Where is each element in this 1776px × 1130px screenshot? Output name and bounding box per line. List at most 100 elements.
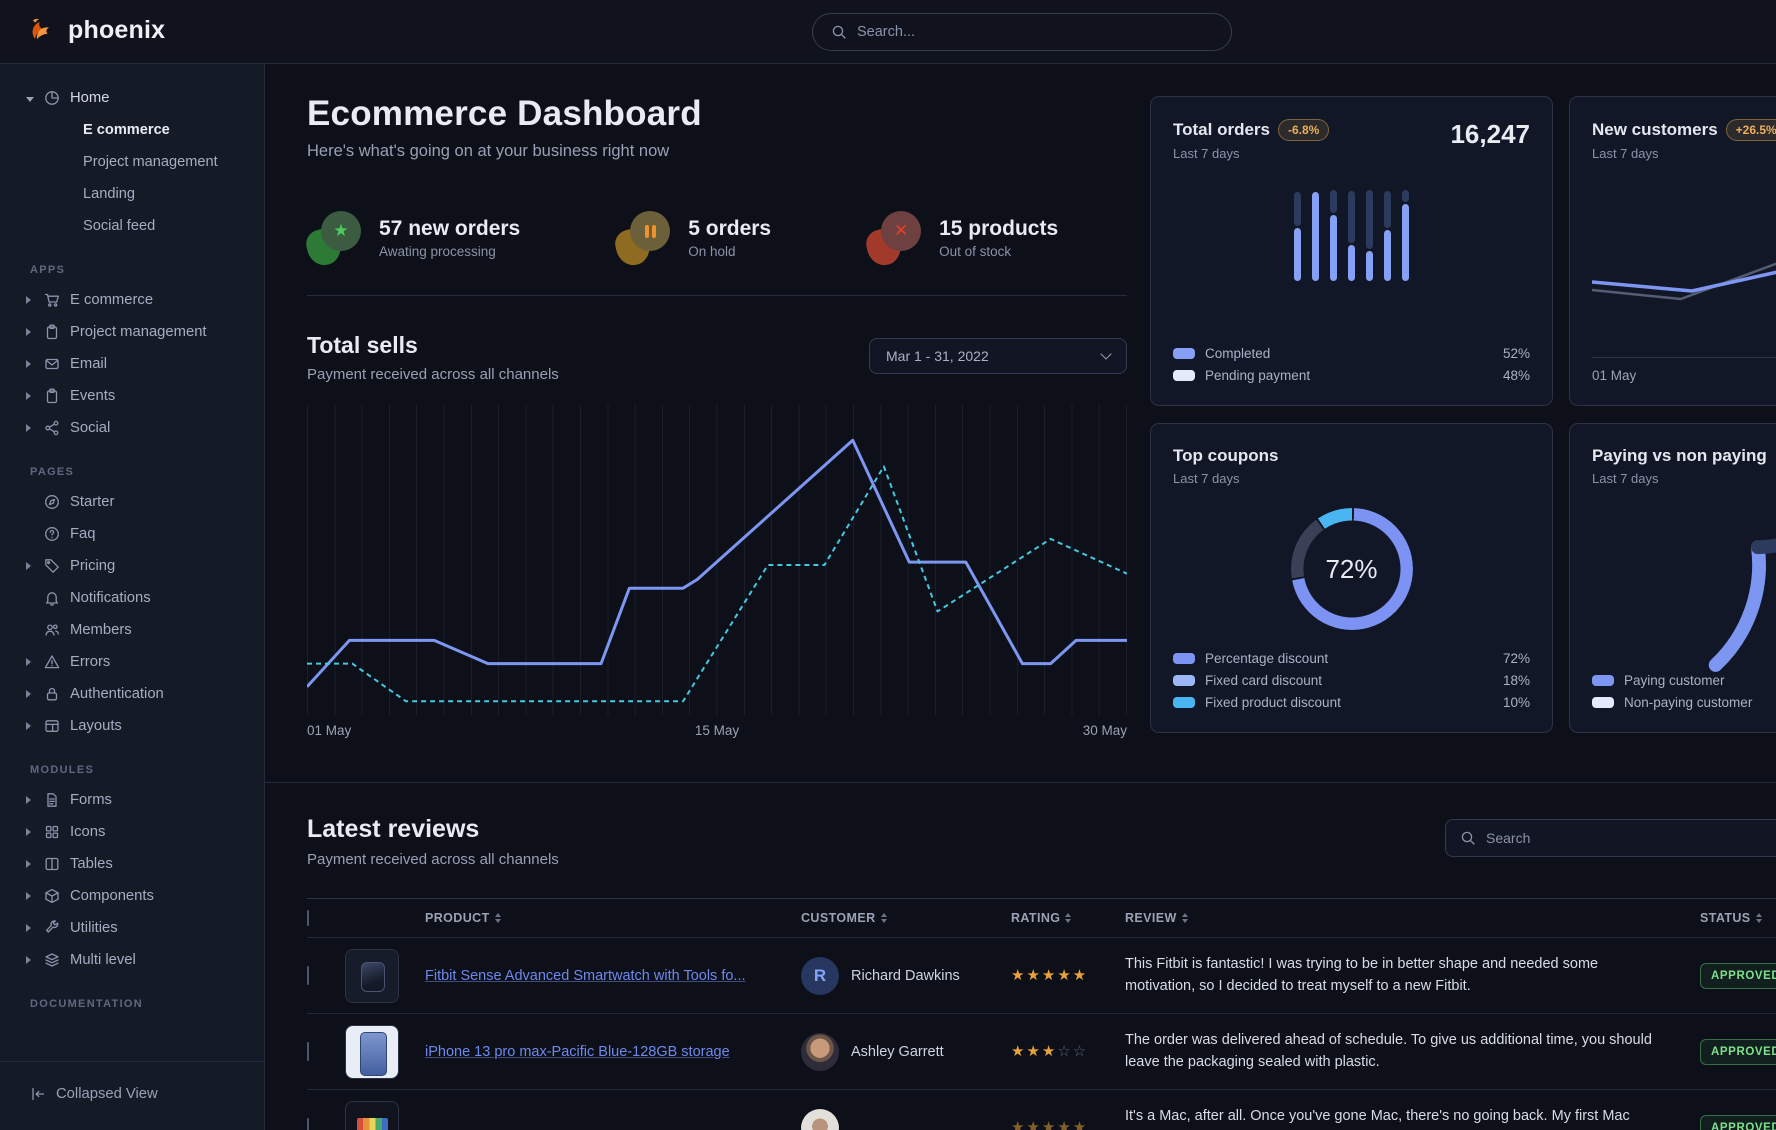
divider <box>307 295 1127 296</box>
sidebar-item-events[interactable]: Events <box>0 380 264 412</box>
legend-item: Percentage discount 72% <box>1173 651 1530 666</box>
sidebar-item-faq[interactable]: Faq <box>0 518 264 550</box>
select-all-checkbox[interactable] <box>307 910 309 926</box>
sidebar-item-errors[interactable]: Errors <box>0 646 264 678</box>
row-checkbox[interactable] <box>307 1118 309 1130</box>
sidebar: Home E commerce Project management Landi… <box>0 64 265 1130</box>
bell-icon <box>44 590 60 606</box>
stat-value: 57 new orders <box>379 217 520 241</box>
layout-icon <box>44 718 60 734</box>
rating-stars: ★★★★★ <box>1011 1119 1088 1130</box>
review-text: It's a Mac, after all. Once you've gone … <box>1125 1106 1670 1130</box>
sidebar-item-members[interactable]: Members <box>0 614 264 646</box>
column-header-status[interactable]: STATUS <box>1692 911 1776 925</box>
sidebar-item-ecommerce[interactable]: E commerce <box>0 284 264 316</box>
stat-label: Out of stock <box>939 244 1058 259</box>
clipboard-icon <box>44 388 60 404</box>
sidebar-item-email[interactable]: Email <box>0 348 264 380</box>
chevron-right-icon <box>26 658 31 666</box>
total-orders-card: Total orders -6.8% Last 7 days 16,247 Co… <box>1150 96 1553 406</box>
top-navbar: phoenix <box>0 0 1776 64</box>
share-icon <box>44 420 60 436</box>
sidebar-item-forms[interactable]: Forms <box>0 784 264 816</box>
rating-stars: ★★★★★ <box>1011 967 1088 984</box>
star-icon: ★ <box>321 211 361 251</box>
table-row: Fitbit Sense Advanced Smartwatch with To… <box>307 938 1776 1014</box>
users-icon <box>44 622 60 638</box>
chevron-right-icon <box>26 562 31 570</box>
change-badge: +26.5% <box>1726 119 1776 141</box>
sidebar-item-notifications[interactable]: Notifications <box>0 582 264 614</box>
brand-name: phoenix <box>68 16 165 45</box>
reviews-table: PRODUCT CUSTOMER RATING REVIEW STATUS <box>307 898 1776 1130</box>
sidebar-item-project-management-dashboard[interactable]: Project management <box>0 146 264 178</box>
product-thumbnail <box>345 949 399 1003</box>
lock-icon <box>44 686 60 702</box>
sidebar-item-social-feed[interactable]: Social feed <box>0 210 264 242</box>
sidebar-item-layouts[interactable]: Layouts <box>0 710 264 742</box>
legend-item: Pending payment 48% <box>1173 368 1530 383</box>
column-header-review[interactable]: REVIEW <box>1117 911 1692 925</box>
column-header-product[interactable]: PRODUCT <box>417 911 787 925</box>
sidebar-section-apps: APPS <box>0 242 264 284</box>
sidebar-item-home[interactable]: Home <box>0 82 264 114</box>
global-search[interactable] <box>812 13 1232 51</box>
sidebar-item-ecommerce-dashboard[interactable]: E commerce <box>0 114 264 146</box>
sidebar-item-icons[interactable]: Icons <box>0 816 264 848</box>
compass-icon <box>44 494 60 510</box>
card-title: Paying vs non paying <box>1592 446 1767 466</box>
customer-name: Ashley Garrett <box>851 1044 944 1060</box>
chevron-right-icon <box>26 360 31 368</box>
columns-icon <box>44 856 60 872</box>
product-link[interactable]: Fitbit Sense Advanced Smartwatch with To… <box>425 968 775 984</box>
collapse-sidebar-button[interactable]: Collapsed View <box>30 1078 264 1110</box>
sidebar-item-landing[interactable]: Landing <box>0 178 264 210</box>
customer-name: Richard Dawkins <box>851 968 960 984</box>
stat-value: 5 orders <box>688 217 771 241</box>
table-row: ★★★★★ It's a Mac, after all. Once you've… <box>307 1090 1776 1130</box>
card-period: Last 7 days <box>1592 146 1776 161</box>
pie-chart-icon <box>44 90 60 106</box>
sidebar-item-project-management[interactable]: Project management <box>0 316 264 348</box>
file-text-icon <box>44 792 60 808</box>
x-tick: 30 May <box>1083 723 1127 738</box>
legend-chip <box>1173 653 1195 664</box>
global-search-input[interactable] <box>857 24 1213 40</box>
legend-chip <box>1173 697 1195 708</box>
latest-reviews-section: Latest reviews Payment received across a… <box>307 783 1776 1130</box>
legend-item: Completed 52% <box>1173 346 1530 361</box>
chevron-right-icon <box>26 860 31 868</box>
search-icon <box>831 24 847 40</box>
sidebar-item-authentication[interactable]: Authentication <box>0 678 264 710</box>
sidebar-item-pricing[interactable]: Pricing <box>0 550 264 582</box>
sidebar-item-tables[interactable]: Tables <box>0 848 264 880</box>
reviews-search[interactable] <box>1445 819 1776 857</box>
brand-logo[interactable]: phoenix <box>26 14 165 46</box>
avatar <box>801 1033 839 1071</box>
total-orders-value: 16,247 <box>1450 119 1530 150</box>
row-checkbox[interactable] <box>307 966 309 985</box>
legend-chip <box>1173 370 1195 381</box>
avatar: R <box>801 957 839 995</box>
sidebar-item-social[interactable]: Social <box>0 412 264 444</box>
sidebar-item-utilities[interactable]: Utilities <box>0 912 264 944</box>
chevron-down-icon <box>1100 348 1111 359</box>
chevron-right-icon <box>26 424 31 432</box>
change-badge: -6.8% <box>1278 119 1329 141</box>
legend-chip <box>1592 697 1614 708</box>
column-header-rating[interactable]: RATING <box>997 911 1117 925</box>
tag-icon <box>44 558 60 574</box>
product-thumbnail <box>345 1025 399 1079</box>
legend-item: Fixed card discount 18% <box>1173 673 1530 688</box>
sort-icon <box>1756 913 1762 923</box>
product-link[interactable]: iPhone 13 pro max-Pacific Blue-128GB sto… <box>425 1044 775 1060</box>
row-checkbox[interactable] <box>307 1042 309 1061</box>
search-icon <box>1460 830 1476 846</box>
sidebar-item-starter[interactable]: Starter <box>0 486 264 518</box>
sidebar-item-multi-level[interactable]: Multi level <box>0 944 264 976</box>
column-header-customer[interactable]: CUSTOMER <box>787 911 997 925</box>
reviews-search-input[interactable] <box>1486 830 1775 846</box>
x-tick: 15 May <box>695 723 739 738</box>
sidebar-item-components[interactable]: Components <box>0 880 264 912</box>
date-range-select[interactable]: Mar 1 - 31, 2022 <box>869 338 1127 374</box>
